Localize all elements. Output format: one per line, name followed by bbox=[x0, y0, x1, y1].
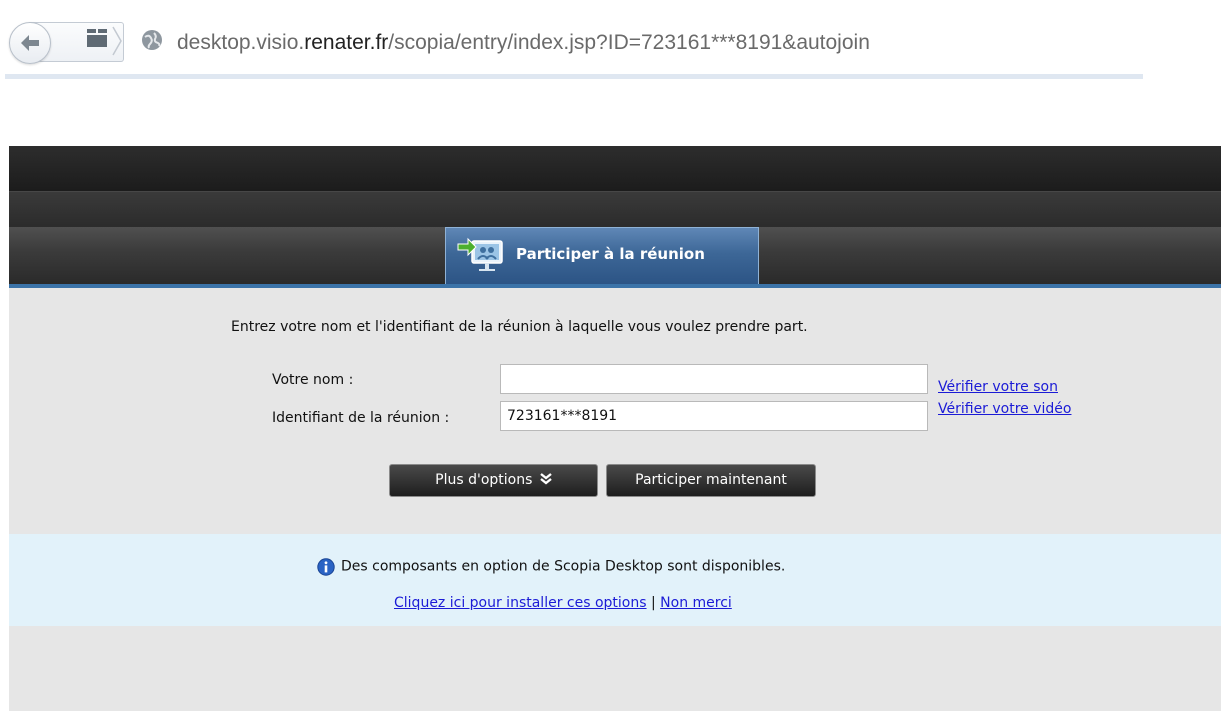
name-label: Votre nom : bbox=[272, 372, 354, 388]
globe-icon bbox=[142, 30, 162, 50]
optional-components-notice: Des composants en option de Scopia Deskt… bbox=[9, 534, 1221, 626]
url-field[interactable]: desktop.visio.renater.fr/scopia/entry/in… bbox=[177, 31, 870, 55]
site-identity-icon[interactable] bbox=[87, 29, 107, 47]
join-form-panel: Entrez votre nom et l'identifiant de la … bbox=[9, 288, 1221, 534]
tab-label: Participer à la réunion bbox=[516, 245, 705, 263]
app-top-bar bbox=[9, 146, 1221, 191]
join-now-button[interactable]: Participer maintenant bbox=[606, 464, 816, 497]
link-separator: | bbox=[650, 595, 656, 611]
url-path: /scopia/entry/index.jsp?ID=723161***8191… bbox=[388, 31, 870, 54]
back-arrow-icon bbox=[21, 35, 39, 51]
url-host: renater.fr bbox=[304, 31, 389, 54]
page-footer-area bbox=[9, 626, 1221, 711]
notice-text: Des composants en option de Scopia Deskt… bbox=[341, 558, 786, 575]
name-input[interactable] bbox=[500, 364, 928, 394]
info-icon bbox=[317, 557, 335, 576]
meeting-id-label: Identifiant de la réunion : bbox=[272, 410, 450, 426]
check-video-link[interactable]: Vérifier votre vidéo bbox=[938, 401, 1071, 417]
instruction-text: Entrez votre nom et l'identifiant de la … bbox=[231, 319, 808, 335]
tab-bar: Participer à la réunion bbox=[9, 227, 1221, 288]
join-meeting-icon bbox=[457, 237, 503, 271]
back-button[interactable] bbox=[9, 22, 51, 64]
meeting-id-input[interactable] bbox=[500, 401, 928, 431]
more-options-label: Plus d'options bbox=[435, 472, 533, 488]
app-secondary-bar bbox=[9, 191, 1221, 228]
double-chevron-down-icon bbox=[540, 473, 552, 485]
install-options-link[interactable]: Cliquez ici pour installer ces options bbox=[394, 595, 647, 611]
url-prefix: desktop.visio. bbox=[177, 31, 305, 54]
chevron-separator-icon bbox=[112, 26, 122, 56]
notice-links: Cliquez ici pour installer ces options |… bbox=[394, 595, 732, 611]
browser-address-bar: desktop.visio.renater.fr/scopia/entry/in… bbox=[5, 8, 1143, 79]
check-sound-link[interactable]: Vérifier votre son bbox=[938, 379, 1058, 395]
decline-link[interactable]: Non merci bbox=[660, 595, 732, 611]
more-options-button[interactable]: Plus d'options bbox=[389, 464, 598, 497]
tab-join-meeting[interactable]: Participer à la réunion bbox=[445, 227, 759, 284]
